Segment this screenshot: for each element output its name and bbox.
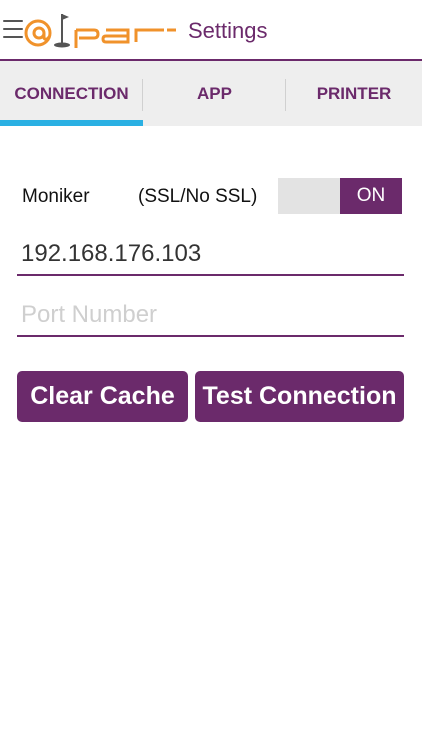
app-header: Settings [0, 0, 422, 60]
clear-cache-button[interactable]: Clear Cache [17, 371, 188, 422]
tab-printer-label: PRINTER [316, 83, 392, 103]
test-connection-button[interactable]: Test Connection [195, 371, 404, 422]
ip-address-input[interactable] [17, 234, 404, 276]
moniker-label: Moniker [22, 186, 90, 207]
ssl-toggle-thumb: ON [340, 178, 402, 214]
ssl-toggle[interactable]: ON [278, 178, 402, 214]
tab-connection-label: CONNECTION [14, 83, 129, 103]
tab-app-label: APP [197, 83, 232, 103]
page-title: Settings [188, 18, 268, 43]
ssl-label: (SSL/No SSL) [138, 186, 258, 207]
atpar-logo [24, 14, 176, 48]
active-tab-indicator [0, 120, 143, 126]
settings-screen: Settings CONNECTION APP PRINTER Moniker … [0, 0, 422, 750]
ssl-toggle-track [278, 178, 340, 214]
tab-app[interactable]: APP [143, 61, 286, 126]
port-number-input[interactable] [17, 295, 404, 337]
tab-printer[interactable]: PRINTER [286, 61, 422, 126]
tab-bar: CONNECTION APP PRINTER [0, 61, 422, 126]
tab-connection[interactable]: CONNECTION [0, 61, 143, 126]
hamburger-menu-icon[interactable] [3, 20, 23, 38]
